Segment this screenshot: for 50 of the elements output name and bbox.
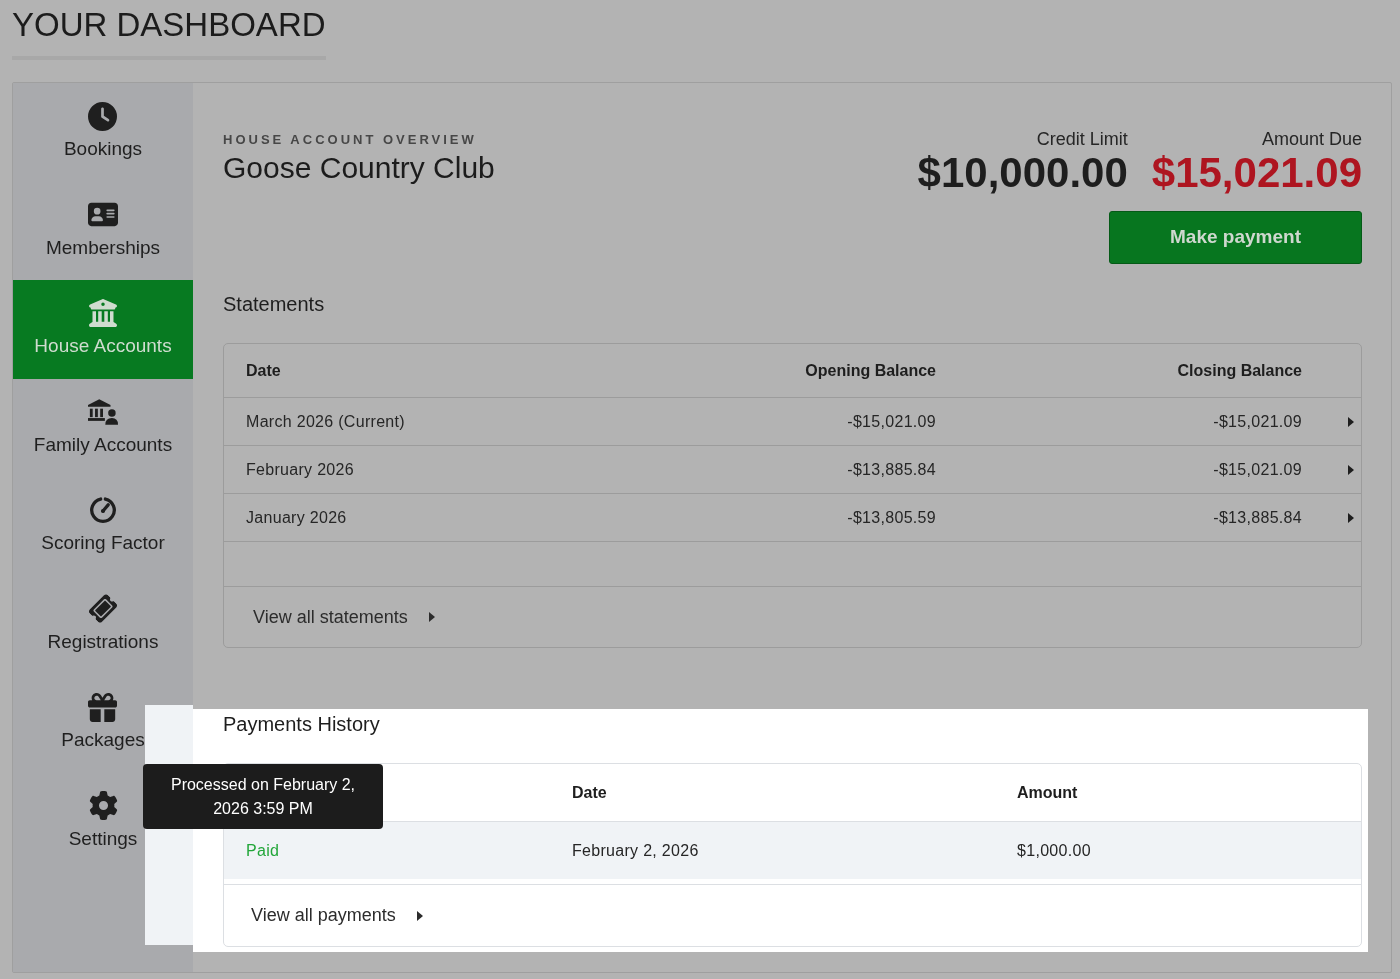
table-cell-text: February 2026 [246, 459, 354, 480]
sidebar-item[interactable]: Packages [61, 692, 145, 751]
table-header-cell-text: Closing Balance [1177, 360, 1302, 381]
summary-label: Amount Due [1261, 128, 1362, 150]
summary-value: $15,021.09 [1151, 150, 1362, 196]
caret-icon [1348, 464, 1354, 475]
clock-icon [88, 101, 118, 131]
caret-icon [428, 612, 435, 622]
tooltip: Processed on February 2, 2026 3:59 PM [143, 764, 383, 829]
table-cell-text: March 2026 (Current) [246, 411, 405, 432]
summary-value: $10,000.00 [917, 150, 1128, 196]
view-all-payments-link[interactable]: View all payments [251, 902, 423, 929]
section-title: Payments History [223, 712, 380, 736]
sidebar-item[interactable]: Bookings [63, 101, 143, 160]
sidebar-item[interactable]: Memberships [45, 199, 160, 259]
make-payment-button[interactable]: Make payment [1109, 211, 1362, 264]
bank-icon [89, 299, 117, 327]
id-card-icon [88, 201, 118, 228]
sidebar-item[interactable]: Settings [68, 790, 138, 850]
table-cell-text: -$15,021.09 [847, 411, 936, 432]
section-eyebrow: HOUSE ACCOUNT OVERVIEW [223, 132, 477, 148]
table-header-cell-text: Opening Balance [805, 360, 936, 381]
caret-icon [1348, 512, 1354, 523]
summary-label: Credit Limit [1036, 128, 1128, 150]
section-title: Statements [223, 292, 325, 316]
table-cell-text: $1,000.00 [1017, 840, 1091, 861]
table-cell-text: -$15,021.09 [1213, 459, 1302, 480]
table-cell-text: -$13,885.84 [1213, 507, 1302, 528]
gauge-icon [88, 495, 118, 525]
table-header-cell-text: Amount [1017, 782, 1078, 803]
status-text: Paid [246, 840, 280, 861]
table-cell-text: -$13,885.84 [847, 459, 936, 480]
table-header-cell-text: Date [246, 360, 281, 381]
sidebar-item[interactable]: Family Accounts [33, 396, 173, 456]
gift-icon [88, 692, 118, 722]
account-name: Goose Country Club [223, 150, 495, 186]
view-all-statements-link[interactable]: View all statements [253, 603, 435, 631]
table-cell-text: February 2, 2026 [572, 840, 699, 861]
page-title: YOUR DASHBOARD [12, 4, 326, 60]
sidebar-item[interactable]: Registrations [47, 593, 159, 653]
table-header-cell-text: Date [572, 782, 607, 803]
table-cell-text: -$15,021.09 [1213, 411, 1302, 432]
caret-icon [1348, 416, 1354, 427]
caret-icon [416, 910, 423, 921]
sidebar-item[interactable]: House Accounts [13, 280, 193, 379]
table-cell-text: January 2026 [246, 507, 347, 528]
table-cell-text: -$13,805.59 [847, 507, 936, 528]
sidebar-item[interactable]: Scoring Factor [41, 495, 165, 554]
bank-user-icon [88, 398, 118, 425]
settings-icon [88, 791, 118, 820]
